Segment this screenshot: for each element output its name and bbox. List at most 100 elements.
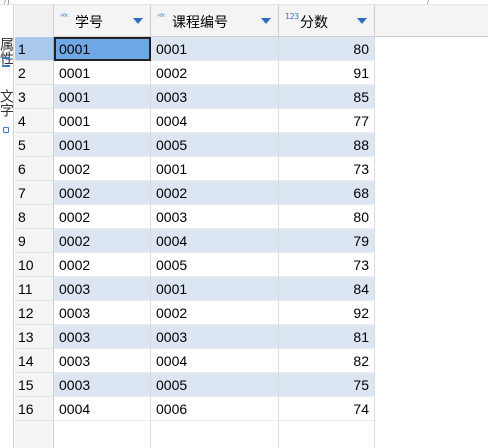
row-number[interactable]: 5 [15, 133, 54, 157]
side-tab-text[interactable]: 文字 [0, 89, 13, 117]
column-label: 学号 [75, 14, 103, 30]
sort-down-icon[interactable] [261, 18, 271, 24]
cell-course-id[interactable]: 0002 [151, 181, 279, 205]
table-row[interactable]: 13 0003 0003 81 [15, 325, 488, 349]
cell-student-id[interactable]: 0002 [54, 181, 151, 205]
cell-course-id[interactable]: 0005 [151, 373, 279, 397]
cell-score[interactable]: 79 [279, 229, 375, 253]
table-row[interactable]: 16 0004 0006 74 [15, 397, 488, 421]
cell-student-id[interactable]: 0003 [54, 373, 151, 397]
table-row[interactable]: 7 0002 0002 68 [15, 181, 488, 205]
cell-student-id[interactable]: 0002 [54, 253, 151, 277]
cell-score[interactable]: 75 [279, 373, 375, 397]
table-row[interactable]: 1 0001 0001 80 [15, 37, 488, 61]
table-row[interactable]: 11 0003 0001 84 [15, 277, 488, 301]
cell-course-id[interactable]: 0003 [151, 85, 279, 109]
sort-down-icon[interactable] [357, 18, 367, 24]
cell-course-id[interactable]: 0001 [151, 37, 279, 61]
row-number[interactable]: 6 [15, 157, 54, 181]
table-row[interactable]: 4 0001 0004 77 [15, 109, 488, 133]
cell-student-id[interactable]: 0001 [54, 133, 151, 157]
table-row[interactable]: 9 0002 0004 79 [15, 229, 488, 253]
row-number[interactable]: 1 [15, 37, 54, 61]
cell-student-id[interactable]: 0003 [54, 325, 151, 349]
cell-course-id[interactable]: 0003 [151, 205, 279, 229]
table-row[interactable]: 8 0002 0003 80 [15, 205, 488, 229]
cell-score[interactable]: 80 [279, 37, 375, 61]
row-number[interactable]: 10 [15, 253, 54, 277]
row-number[interactable]: 16 [15, 397, 54, 421]
cell-course-id[interactable]: 0004 [151, 229, 279, 253]
cell-score[interactable]: 68 [279, 181, 375, 205]
table-row[interactable]: 15 0003 0005 75 [15, 373, 488, 397]
column-label: 课程编号 [172, 14, 228, 30]
cell-student-id[interactable]: 0001 [54, 85, 151, 109]
cell-score[interactable]: 80 [279, 205, 375, 229]
column-header-student-id[interactable]: ᴬᴮᶜ 学号 [54, 5, 151, 37]
row-number[interactable]: 13 [15, 325, 54, 349]
table-row[interactable]: 12 0003 0002 92 [15, 301, 488, 325]
row-number[interactable]: 15 [15, 373, 54, 397]
cell-score[interactable]: 88 [279, 133, 375, 157]
cell-student-id[interactable]: 0003 [54, 277, 151, 301]
cell-course-id[interactable]: 0006 [151, 397, 279, 421]
side-tab-icon [3, 127, 9, 133]
cell-course-id[interactable]: 0003 [151, 325, 279, 349]
empty-cell [279, 421, 375, 448]
numeric-123-icon: 123 [285, 12, 299, 21]
cell-course-id[interactable]: 0002 [151, 301, 279, 325]
cell-score[interactable]: 73 [279, 157, 375, 181]
row-number[interactable]: 11 [15, 277, 54, 301]
cell-student-id[interactable]: 0003 [54, 349, 151, 373]
table-row[interactable]: 2 0001 0002 91 [15, 61, 488, 85]
row-number[interactable]: 2 [15, 61, 54, 85]
row-number[interactable]: 8 [15, 205, 54, 229]
row-number[interactable]: 12 [15, 301, 54, 325]
cell-student-id[interactable]: 0001 [54, 109, 151, 133]
cell-course-id[interactable]: 0002 [151, 61, 279, 85]
cell-student-id[interactable]: 0003 [54, 301, 151, 325]
cell-student-id[interactable]: 0004 [54, 397, 151, 421]
cell-course-id[interactable]: 0005 [151, 133, 279, 157]
sort-down-icon[interactable] [133, 18, 143, 24]
cell-score[interactable]: 77 [279, 109, 375, 133]
cell-course-id[interactable]: 0004 [151, 349, 279, 373]
side-panel-tabs: 属性 文字 [0, 5, 14, 448]
cell-score[interactable]: 73 [279, 253, 375, 277]
table-row[interactable]: 6 0002 0001 73 [15, 157, 488, 181]
cell-score[interactable]: 85 [279, 85, 375, 109]
cell-course-id[interactable]: 0001 [151, 277, 279, 301]
cell-student-id[interactable]: 0002 [54, 205, 151, 229]
column-label: 分数 [300, 14, 328, 30]
cell-student-id[interactable]: 0002 [54, 229, 151, 253]
table-row[interactable]: 5 0001 0005 88 [15, 133, 488, 157]
column-header-course-id[interactable]: ᴬᴮᶜ 课程编号 [151, 5, 279, 37]
table-row[interactable]: 3 0001 0003 85 [15, 85, 488, 109]
cell-score[interactable]: 84 [279, 277, 375, 301]
grid-body: 1 0001 0001 80 2 0001 0002 91 3 0001 0003 85 4 0001 00… [15, 37, 488, 448]
row-number[interactable]: 14 [15, 349, 54, 373]
cell-score[interactable]: 92 [279, 301, 375, 325]
column-header-score[interactable]: 123 分数 [279, 5, 375, 37]
cell-score[interactable]: 81 [279, 325, 375, 349]
empty-cell [54, 421, 151, 448]
cell-score[interactable]: 82 [279, 349, 375, 373]
side-tab-icon [2, 57, 10, 67]
result-grid[interactable]: ᴬᴮᶜ 学号 ᴬᴮᶜ 课程编号 123 分数 1 0001 0001 80 2 0001 0… [15, 5, 488, 448]
table-row[interactable]: 14 0003 0004 82 [15, 349, 488, 373]
grid-header: ᴬᴮᶜ 学号 ᴬᴮᶜ 课程编号 123 分数 [15, 5, 488, 37]
cell-student-id[interactable]: 0001 [54, 37, 151, 61]
table-row[interactable]: 10 0002 0005 73 [15, 253, 488, 277]
row-number[interactable]: 9 [15, 229, 54, 253]
row-number[interactable]: 3 [15, 85, 54, 109]
cell-course-id[interactable]: 0004 [151, 109, 279, 133]
cell-course-id[interactable]: 0001 [151, 157, 279, 181]
cell-score[interactable]: 74 [279, 397, 375, 421]
row-number[interactable]: 7 [15, 181, 54, 205]
cell-student-id[interactable]: 0002 [54, 157, 151, 181]
cell-student-id[interactable]: 0001 [54, 61, 151, 85]
cell-score[interactable]: 91 [279, 61, 375, 85]
corner-cell[interactable] [15, 5, 54, 37]
row-number[interactable]: 4 [15, 109, 54, 133]
cell-course-id[interactable]: 0005 [151, 253, 279, 277]
